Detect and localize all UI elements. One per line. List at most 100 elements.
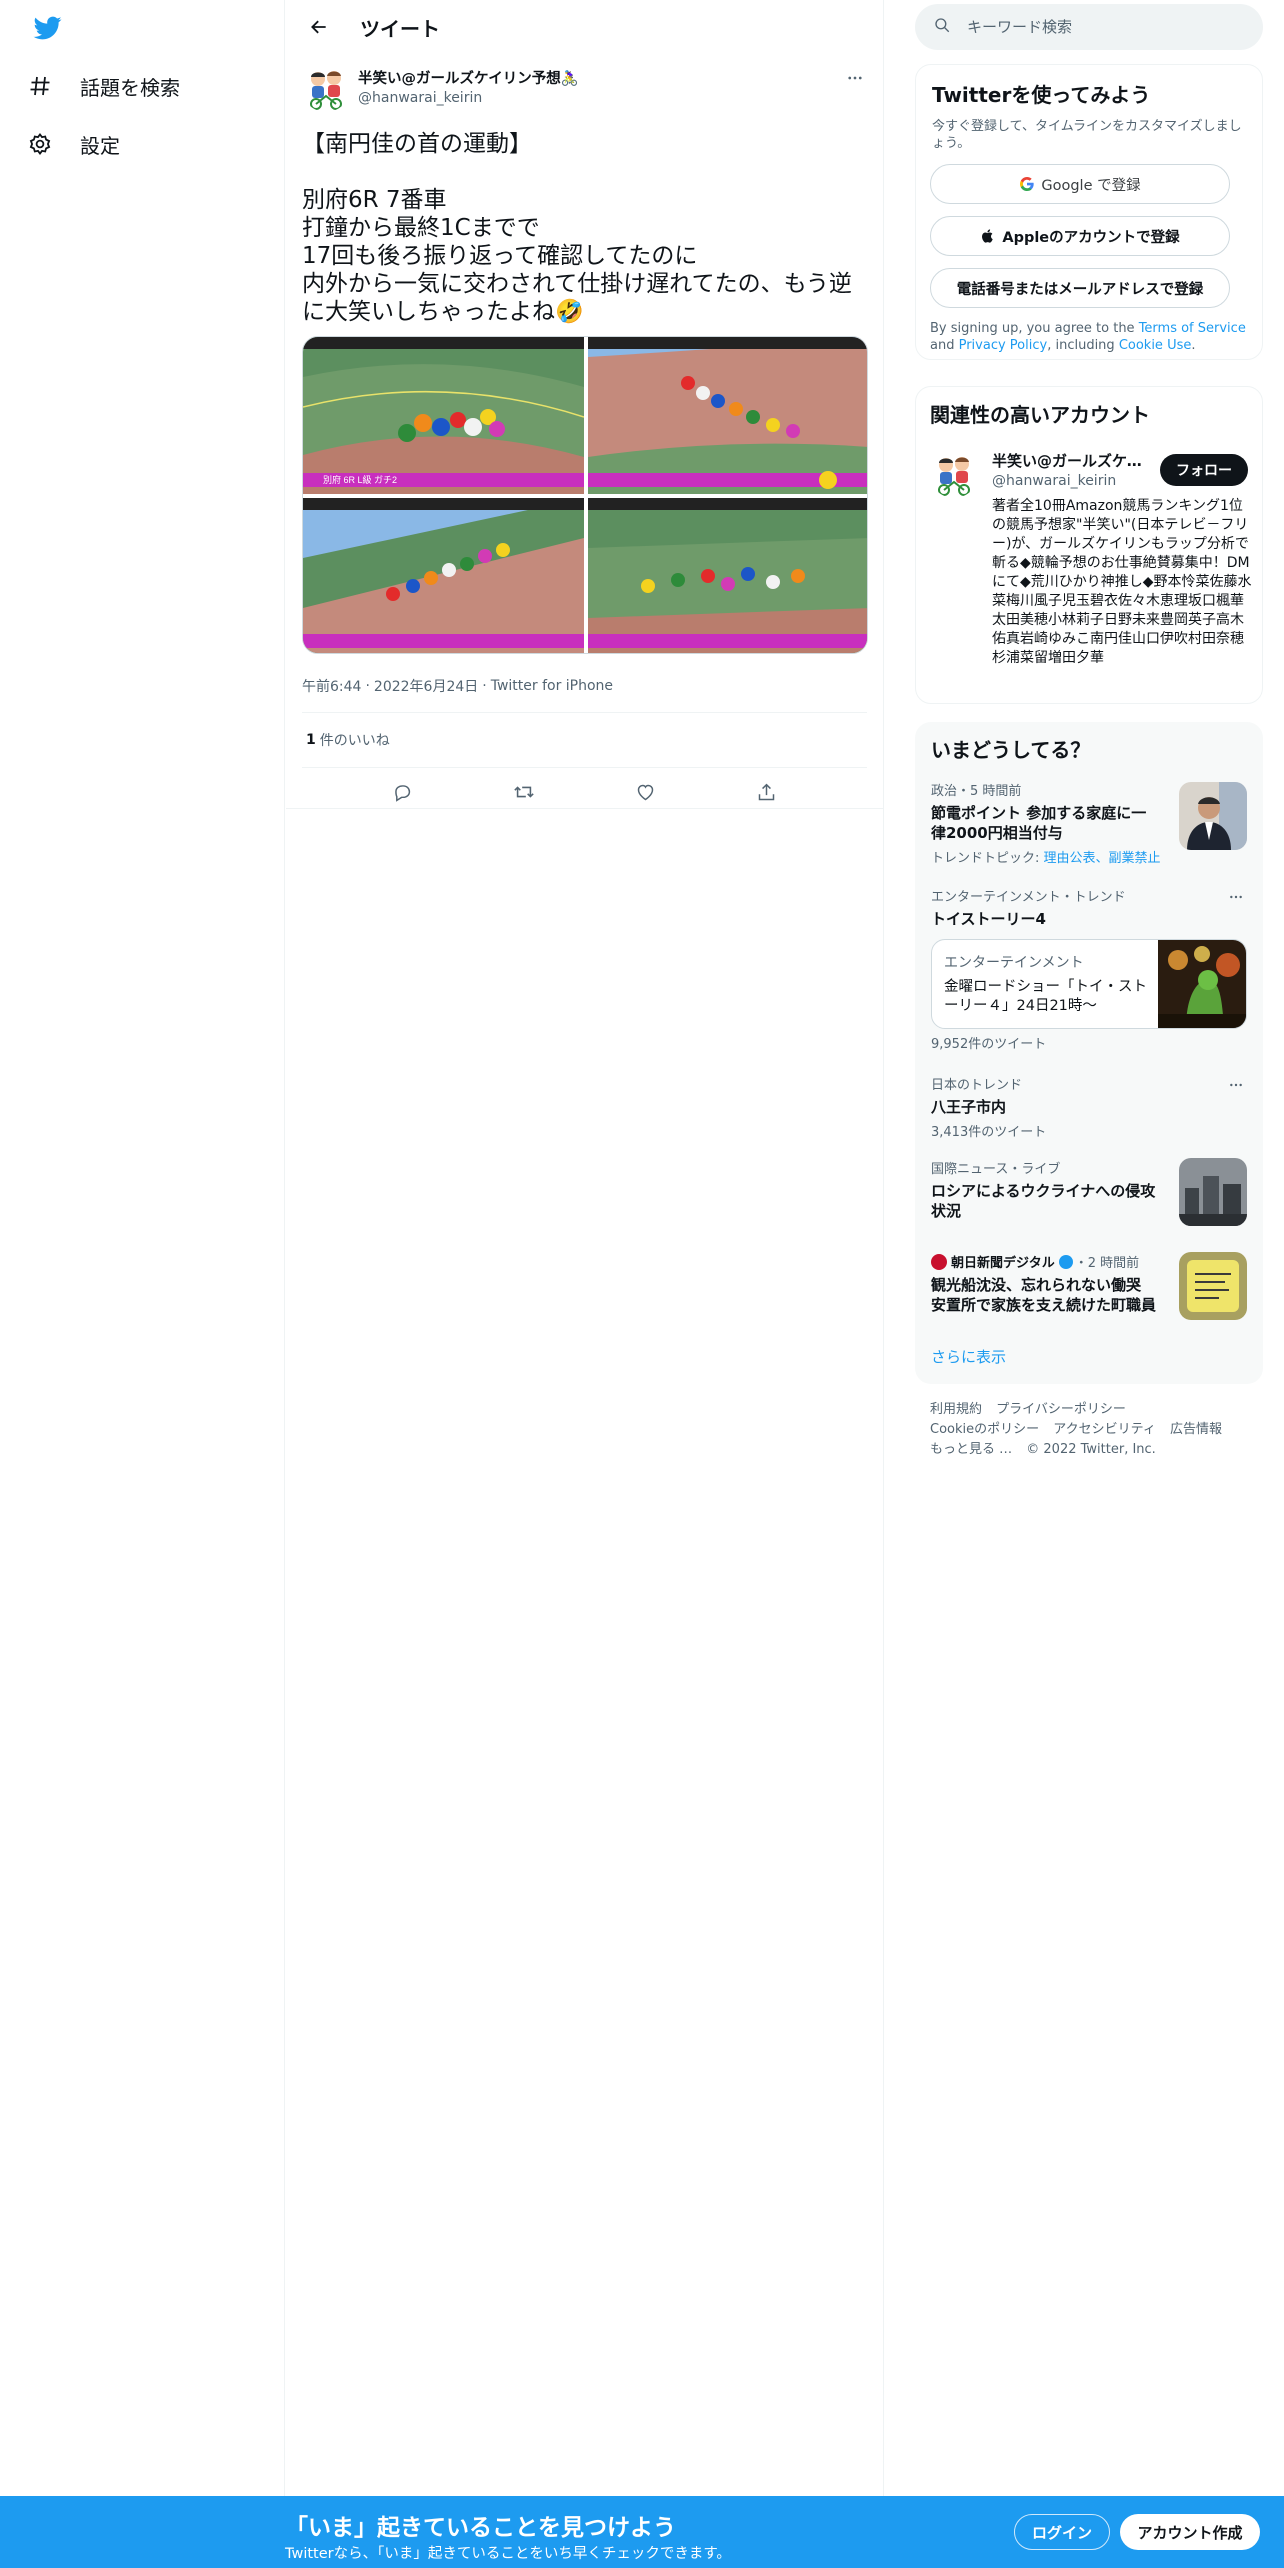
footer: 利用規約 プライバシーポリシー Cookieのポリシー アクセシビリティ 広告情…: [930, 1400, 1270, 1460]
share-icon[interactable]: [748, 774, 784, 810]
more-options-icon[interactable]: [1225, 886, 1247, 908]
google-signup-label: Google で登録: [1041, 177, 1141, 194]
meta-separator: ·: [365, 678, 370, 694]
search-input[interactable]: [967, 18, 1237, 36]
cookie-link[interactable]: Cookie Use: [1119, 338, 1192, 353]
footer-link[interactable]: 利用規約: [930, 1402, 982, 1417]
phone-email-signup-button[interactable]: 電話番号またはメールアドレスで登録: [930, 268, 1230, 308]
apple-signup-label: Appleのアカウントで登録: [1002, 229, 1180, 246]
avatar[interactable]: [302, 64, 350, 112]
legal-text: , including: [1047, 338, 1119, 353]
reply-icon[interactable]: [385, 774, 421, 810]
create-account-button[interactable]: アカウント作成: [1120, 2514, 1260, 2550]
apple-signup-button[interactable]: Appleのアカウントで登録: [930, 216, 1230, 256]
related-bio: 著者全10冊Amazon競馬ランキング1位の競馬予想家"半笑い"(日本テレビ－フ…: [992, 498, 1252, 666]
trend-title: トイストーリー4: [931, 910, 1046, 928]
meta-separator: ·: [482, 678, 487, 694]
verified-badge-icon: [1058, 1254, 1073, 1269]
banner-subtitle: Twitterなら、「いま」起きていることをいち早くチェックできます。: [285, 2546, 731, 2562]
author-name[interactable]: 半笑い@ガールズケイリン予想🚴‍♀️: [358, 67, 579, 88]
author-handle[interactable]: @hanwarai_keirin: [358, 90, 579, 106]
hashtag-icon: [28, 73, 66, 99]
tweet-time[interactable]: 午前6:44: [302, 676, 361, 696]
related-name[interactable]: 半笑い@ガールズケイリン予想: [992, 450, 1142, 471]
tweet-photo-1[interactable]: 別府 6R L級 ガチ2: [303, 337, 584, 494]
tweet-header: ツイート: [286, 0, 883, 54]
trend-thumbnail: [1179, 1252, 1247, 1320]
signup-card: Twitterを使ってみよう 今すぐ登録して、タイムラインをカスタマイズしましょ…: [915, 64, 1263, 360]
legal-text: By signing up, you agree to the: [930, 321, 1139, 336]
search-icon: [933, 16, 951, 38]
tweet-date[interactable]: 2022年6月24日: [374, 676, 478, 696]
trend-title: 節電ポイント 参加する家庭に一律2000円相当付与: [931, 804, 1147, 842]
tweet-author[interactable]: 半笑い@ガールズケイリン予想🚴‍♀️ @hanwarai_keirin: [302, 64, 867, 112]
tweet-photo-4[interactable]: [588, 498, 867, 653]
likes-count: 1: [306, 732, 316, 748]
news-time: ・2 時間前: [1074, 1256, 1140, 1271]
trend-item[interactable]: 朝日新聞デジタル ・2 時間前 観光船沈没、忘れられない働哭 安置所で家族を支え…: [931, 1252, 1247, 1320]
nav-settings-label: 設定: [80, 133, 120, 158]
follow-button[interactable]: フォロー: [1160, 454, 1248, 486]
tweet-photo-2[interactable]: [588, 337, 867, 494]
nav-explore-label: 話題を検索: [80, 75, 180, 100]
signup-legal: By signing up, you agree to the Terms of…: [930, 320, 1248, 354]
left-navigation: 話題を検索 設定: [0, 0, 285, 2496]
trend-thumbnail: [1179, 782, 1247, 850]
footer-link[interactable]: もっと見る …: [930, 1442, 1012, 1457]
trend-item[interactable]: 国際ニュース・ライブ ロシアによるウクライナへの侵攻状況: [931, 1158, 1247, 1226]
privacy-link[interactable]: Privacy Policy: [959, 338, 1048, 353]
banner-title: 「いま」起きていることを見つけよう: [285, 2515, 676, 2541]
apple-logo-icon: [980, 228, 996, 244]
nav-explore[interactable]: 話題を検索: [28, 66, 180, 106]
footer-link[interactable]: Cookieのポリシー: [930, 1422, 1039, 1437]
back-arrow-icon[interactable]: [302, 10, 336, 44]
more-options-icon[interactable]: [1225, 1074, 1247, 1096]
event-title: 金曜ロードショー「トイ・ストーリー４」24日21時〜: [944, 979, 1147, 1014]
trend-topic-links[interactable]: 理由公表、副業禁止: [1044, 851, 1161, 866]
tweet-source[interactable]: Twitter for iPhone: [491, 678, 613, 694]
tweet-photo-3[interactable]: [303, 498, 584, 653]
phone-email-signup-label: 電話番号またはメールアドレスで登録: [956, 281, 1204, 298]
trend-item[interactable]: 政治・5 時間前 節電ポイント 参加する家庭に一律2000円相当付与 トレンドト…: [931, 780, 1247, 866]
twitter-logo-icon[interactable]: [32, 14, 64, 42]
gear-icon: [28, 131, 66, 157]
trends-title: いまどうしてる？: [931, 738, 1091, 762]
avatar[interactable]: [930, 450, 978, 498]
terms-link[interactable]: Terms of Service: [1139, 321, 1246, 336]
tweet-media-grid[interactable]: 別府 6R L級 ガチ2: [302, 336, 868, 654]
search-box[interactable]: [915, 4, 1263, 50]
google-signup-button[interactable]: Google で登録: [930, 164, 1230, 204]
trend-item[interactable]: 日本のトレンド 八王子市内 3,413件のツイート: [931, 1074, 1247, 1140]
footer-link[interactable]: アクセシビリティ: [1053, 1422, 1156, 1437]
signup-subtitle: 今すぐ登録して、タイムラインをカスタマイズしましょう。: [932, 119, 1242, 151]
tweet-meta: 午前6:44 · 2022年6月24日 · Twitter for iPhone: [302, 672, 867, 700]
news-source[interactable]: 朝日新聞デジタル: [951, 1252, 1055, 1271]
main-column: ツイート 半笑い@ガールズケイリン予想🚴‍♀️ @hanwarai_keirin: [286, 0, 884, 2496]
trends-card: いまどうしてる？ 政治・5 時間前 節電ポイント 参加する家庭に一律2000円相…: [915, 722, 1263, 1384]
footer-link[interactable]: プライバシーポリシー: [996, 1402, 1126, 1417]
nav-settings[interactable]: 設定: [28, 124, 120, 164]
related-account[interactable]: 半笑い@ガールズケイリン予想 @hanwarai_keirin 著者全10冊Am…: [930, 450, 1252, 668]
trend-count: 9,952件のツイート: [931, 1037, 1047, 1052]
page-title: ツイート: [360, 16, 440, 41]
login-button[interactable]: ログイン: [1014, 2514, 1110, 2550]
trend-title: ロシアによるウクライナへの侵攻状況: [931, 1182, 1156, 1220]
divider: [286, 808, 883, 809]
copyright: © 2022 Twitter, Inc.: [1026, 1442, 1156, 1457]
related-title: 関連性の高いアカウント: [930, 403, 1150, 427]
like-heart-icon[interactable]: [627, 774, 663, 810]
trend-item[interactable]: エンターテインメント・トレンド トイストーリー4 エンターテインメント 金曜ロー…: [931, 886, 1247, 1052]
related-accounts-card: 関連性の高いアカウント 半笑い@ガールズケイリン予想 @hanwarai_kei…: [915, 386, 1263, 704]
likes-label: 件のいいね: [319, 733, 390, 749]
trend-event-card[interactable]: エンターテインメント 金曜ロードショー「トイ・ストーリー４」24日21時〜: [931, 939, 1247, 1029]
event-image: [1158, 940, 1246, 1028]
footer-link[interactable]: 広告情報: [1170, 1422, 1222, 1437]
legal-text: .: [1191, 338, 1196, 353]
news-source-logo-icon: [931, 1253, 947, 1270]
more-options-icon[interactable]: [843, 66, 867, 90]
likes-row[interactable]: 1 件のいいね: [306, 713, 867, 767]
signup-title: Twitterを使ってみよう: [932, 83, 1151, 107]
retweet-icon[interactable]: [506, 774, 542, 810]
trend-title: 八王子市内: [931, 1098, 1007, 1116]
show-more-link[interactable]: さらに表示: [931, 1346, 1006, 1367]
